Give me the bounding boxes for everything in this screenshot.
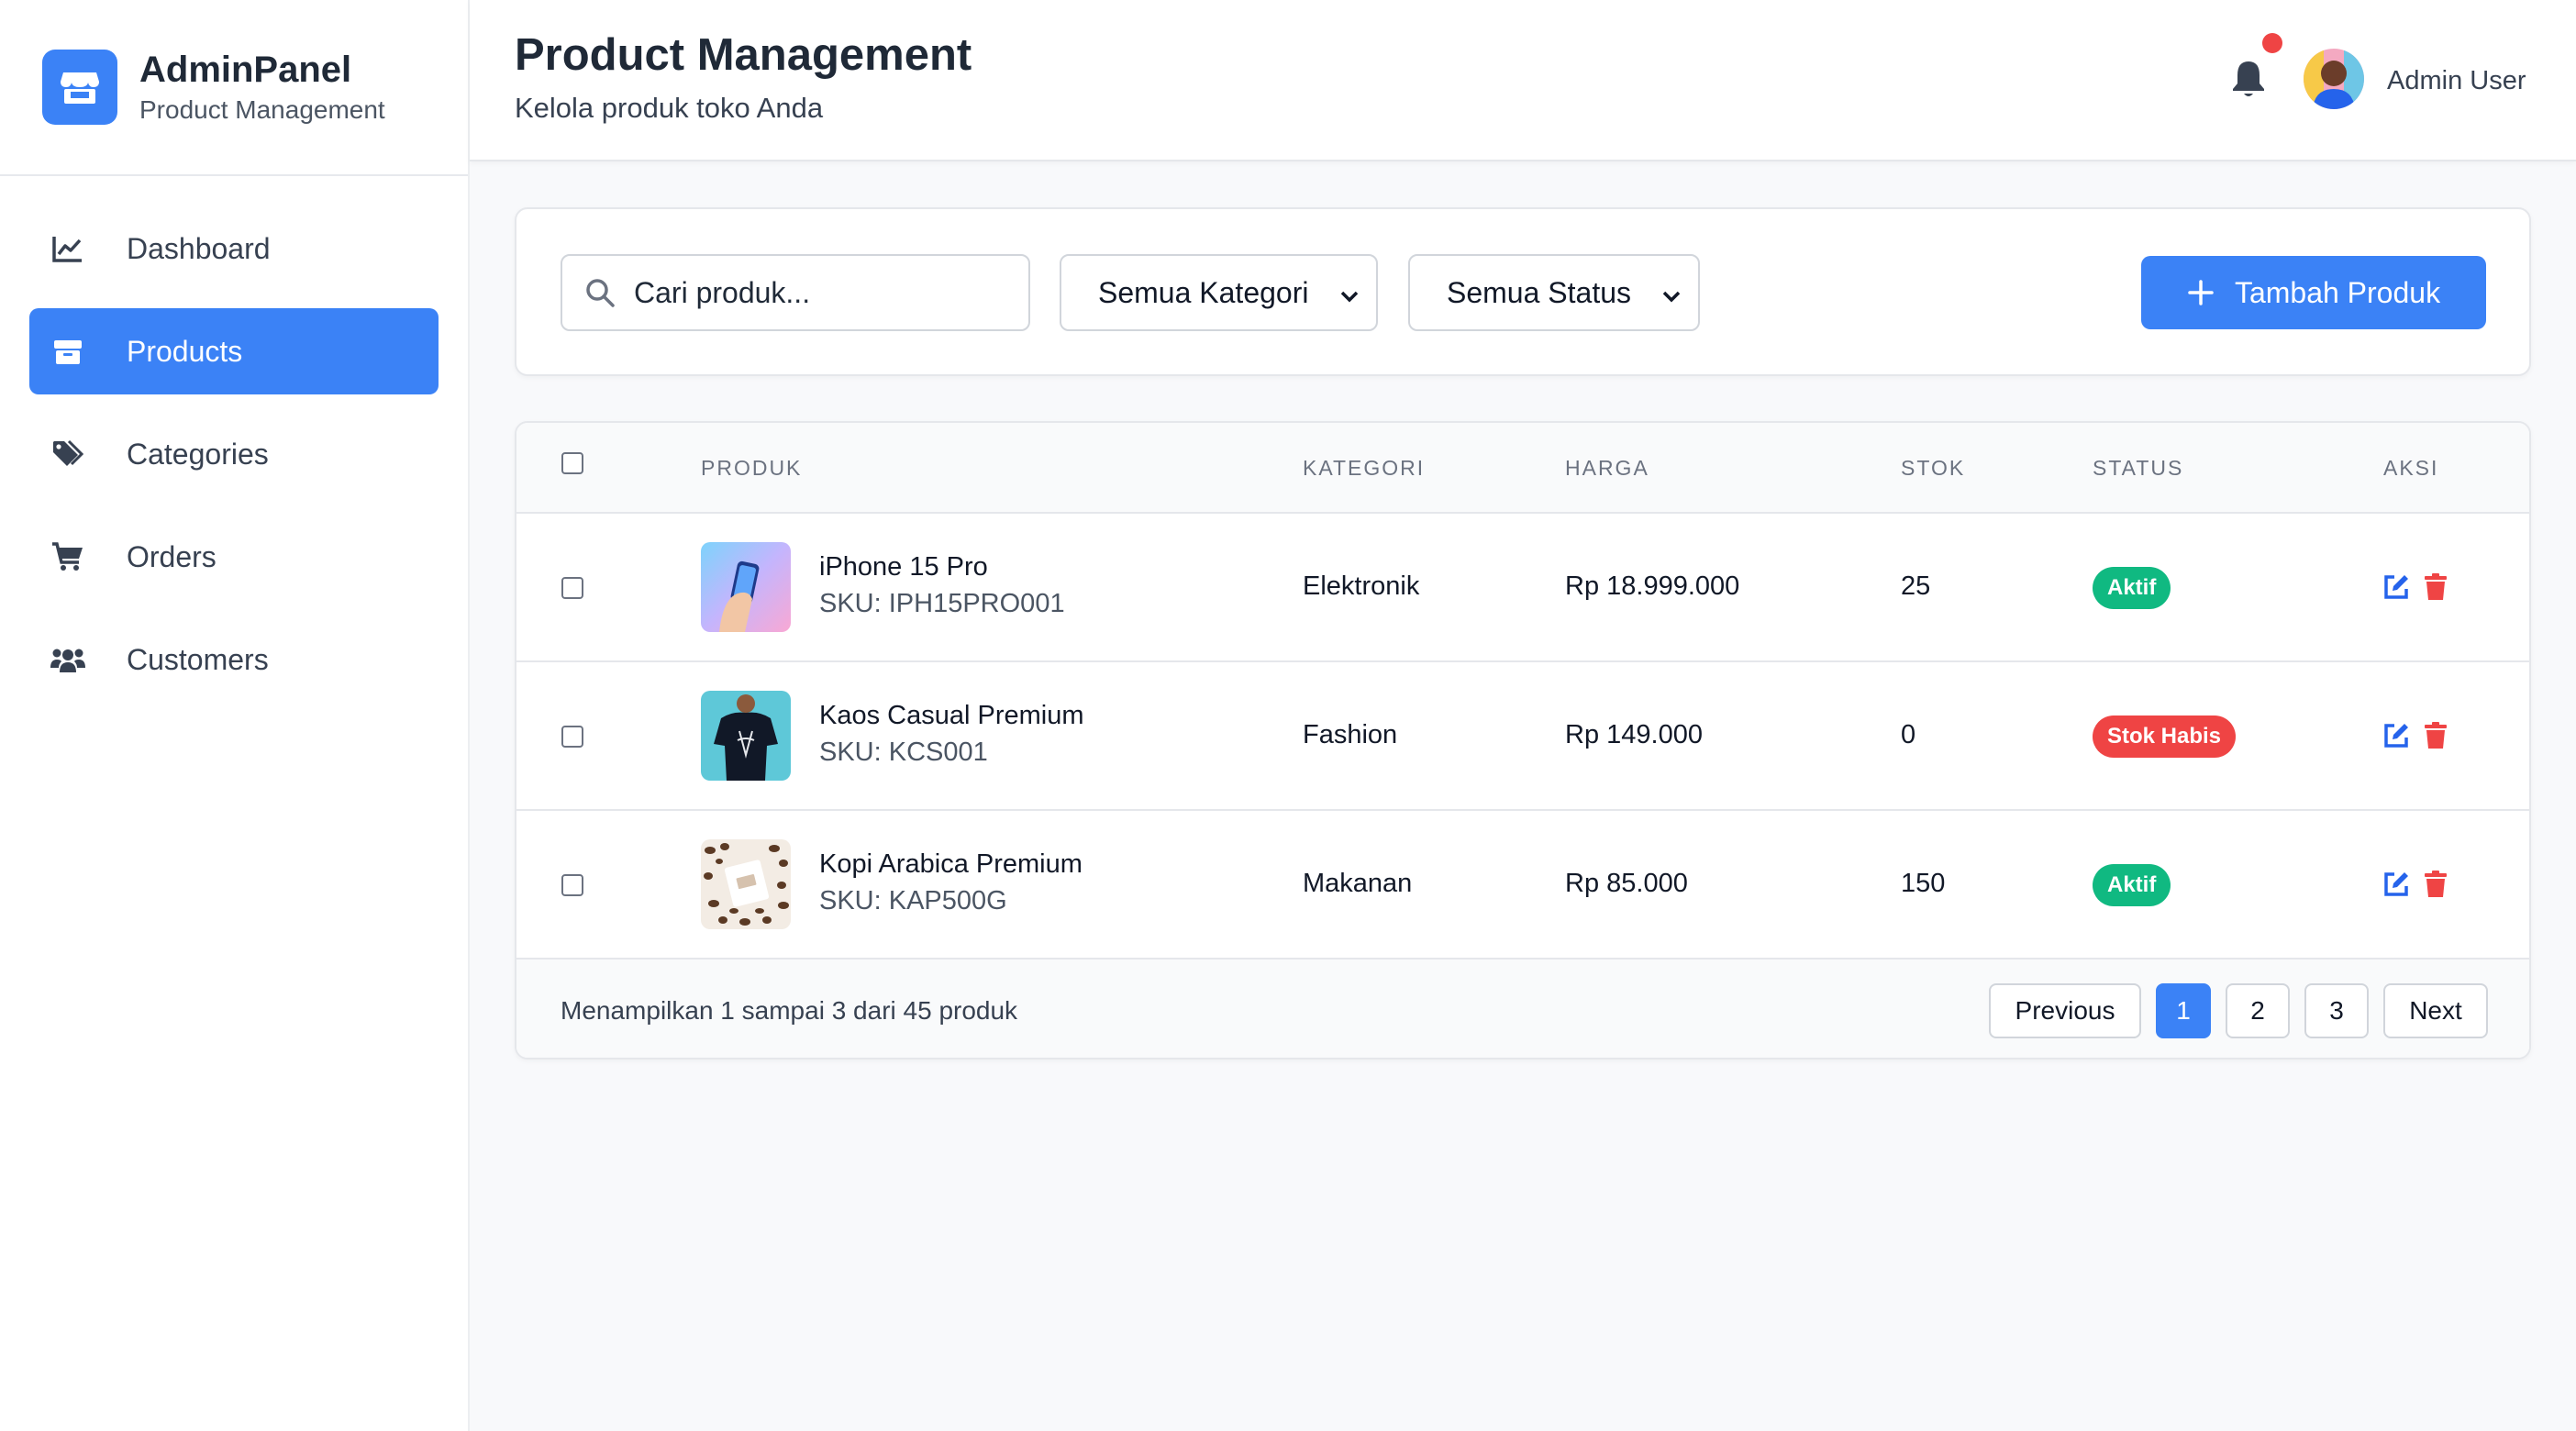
trash-icon[interactable] [2421, 572, 2450, 602]
sidebar-item-label: Dashboard [127, 231, 271, 265]
pagination-summary: Menampilkan 1 sampai 3 dari 45 produk [561, 996, 1018, 1025]
search-icon [584, 277, 616, 308]
product-price: Rp 18.999.000 [1565, 571, 1740, 601]
product-name: Kaos Casual Premium [819, 701, 1084, 730]
sidebar-item-products[interactable]: Products [29, 308, 439, 394]
product-sku: SKU: KCS001 [819, 738, 988, 767]
table-row: iPhone 15 Pro SKU: IPH15PRO001 Elektroni… [516, 514, 2529, 662]
row-checkbox[interactable] [561, 874, 583, 896]
category-select[interactable]: Semua Kategori [1060, 254, 1378, 331]
select-all-checkbox[interactable] [561, 452, 583, 474]
user-name[interactable]: Admin User [2387, 64, 2526, 97]
product-sku: SKU: IPH15PRO001 [819, 589, 1065, 618]
filter-card: Cari produk... Semua Kategori Semua Stat… [515, 207, 2531, 376]
avatar[interactable] [2304, 49, 2364, 109]
search-input[interactable]: Cari produk... [561, 254, 1030, 331]
sidebar-item-customers[interactable]: Customers [29, 616, 439, 703]
row-checkbox[interactable] [561, 726, 583, 748]
column-header-category: KATEGORI [1303, 456, 1426, 480]
sidebar-nav: Dashboard Products Categories Orders Cus… [0, 176, 468, 703]
cart-icon [50, 538, 86, 575]
brand: AdminPanel Product Management [0, 0, 468, 176]
chevron-down-icon [1660, 282, 1683, 305]
column-header-stock: STOK [1901, 456, 1966, 480]
product-thumbnail-coffee [701, 839, 791, 929]
bell-icon[interactable] [2230, 59, 2267, 99]
sidebar-item-dashboard[interactable]: Dashboard [29, 205, 439, 292]
search-placeholder: Cari produk... [634, 275, 811, 309]
column-header-price: HARGA [1565, 456, 1649, 480]
status-badge: Aktif [2093, 864, 2171, 906]
tags-icon [50, 436, 86, 472]
product-category: Fashion [1303, 720, 1398, 749]
product-category: Elektronik [1303, 571, 1420, 601]
add-product-button[interactable]: Tambah Produk [2141, 256, 2486, 329]
product-stock: 0 [1901, 720, 1916, 749]
brand-title: AdminPanel [139, 50, 352, 90]
product-name: iPhone 15 Pro [819, 552, 988, 582]
sidebar-item-categories[interactable]: Categories [29, 411, 439, 497]
store-icon [42, 50, 117, 125]
plus-icon [2187, 279, 2215, 306]
table-footer: Menampilkan 1 sampai 3 dari 45 produk Pr… [516, 960, 2529, 1058]
previous-page-button[interactable]: Previous [1989, 983, 2141, 1038]
product-price: Rp 149.000 [1565, 720, 1703, 749]
box-icon [50, 333, 86, 370]
top-header: Product Management Kelola produk toko An… [470, 0, 2576, 161]
products-table: PRODUK KATEGORI HARGA STOK STATUS AKSI i… [515, 421, 2531, 1059]
category-select-value: Semua Kategori [1098, 275, 1309, 309]
page-button-1[interactable]: 1 [2156, 983, 2211, 1038]
status-badge: Stok Habis [2093, 716, 2237, 758]
chevron-down-icon [1338, 282, 1361, 305]
product-thumbnail-tshirt [701, 691, 791, 781]
page-button-3[interactable]: 3 [2304, 983, 2369, 1038]
sidebar-item-label: Products [127, 334, 243, 368]
sidebar-item-label: Customers [127, 642, 269, 676]
product-stock: 25 [1901, 571, 1931, 601]
column-header-actions: AKSI [2383, 456, 2439, 480]
row-checkbox[interactable] [561, 577, 583, 599]
sidebar-item-label: Categories [127, 437, 269, 471]
product-thumbnail-phone [701, 542, 791, 632]
notification-dot [2262, 33, 2282, 53]
page-subtitle: Kelola produk toko Anda [515, 92, 824, 124]
product-name: Kopi Arabica Premium [819, 849, 1083, 879]
status-badge: Aktif [2093, 567, 2171, 609]
product-price: Rp 85.000 [1565, 869, 1688, 898]
column-header-status: STATUS [2093, 456, 2184, 480]
page-button-2[interactable]: 2 [2226, 983, 2290, 1038]
page-title: Product Management [515, 30, 972, 80]
edit-icon[interactable] [2382, 572, 2411, 602]
users-icon [50, 641, 86, 678]
status-select-value: Semua Status [1447, 275, 1631, 309]
product-stock: 150 [1901, 869, 1946, 898]
add-product-label: Tambah Produk [2234, 275, 2441, 309]
trash-icon[interactable] [2421, 870, 2450, 899]
sidebar: AdminPanel Product Management Dashboard [0, 0, 470, 1431]
next-page-button[interactable]: Next [2383, 983, 2488, 1038]
sidebar-item-orders[interactable]: Orders [29, 514, 439, 600]
column-header-product: PRODUK [701, 456, 803, 480]
brand-subtitle: Product Management [139, 95, 385, 124]
table-row: Kaos Casual Premium SKU: KCS001 Fashion … [516, 662, 2529, 811]
edit-icon[interactable] [2382, 870, 2411, 899]
edit-icon[interactable] [2382, 721, 2411, 750]
product-category: Makanan [1303, 869, 1413, 898]
sidebar-item-label: Orders [127, 539, 217, 573]
table-row: Kopi Arabica Premium SKU: KAP500G Makana… [516, 811, 2529, 960]
trash-icon[interactable] [2421, 721, 2450, 750]
product-sku: SKU: KAP500G [819, 886, 1007, 915]
chart-line-icon [50, 230, 86, 267]
table-header: PRODUK KATEGORI HARGA STOK STATUS AKSI [516, 423, 2529, 514]
status-select[interactable]: Semua Status [1408, 254, 1700, 331]
